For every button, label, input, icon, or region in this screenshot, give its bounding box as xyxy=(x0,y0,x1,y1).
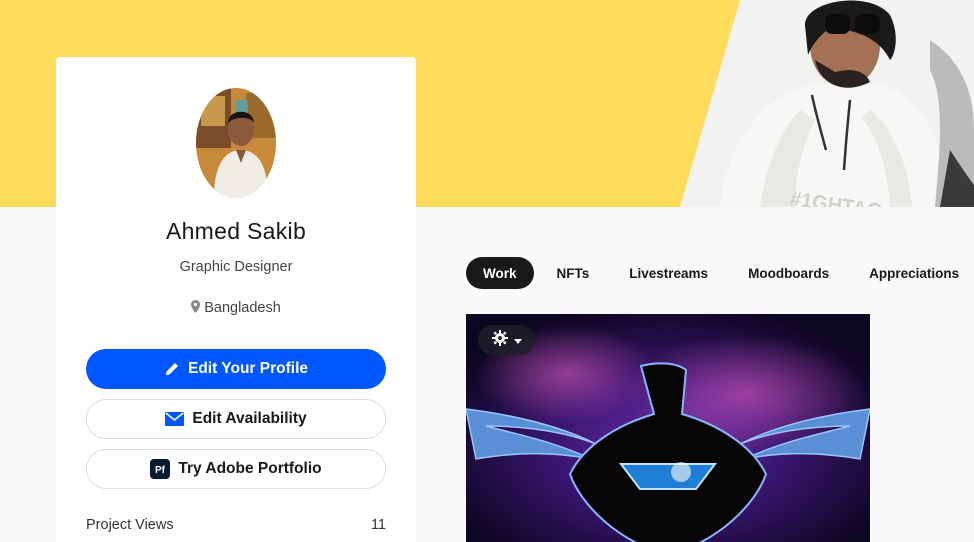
project-settings-button[interactable] xyxy=(478,325,535,355)
tab-moodboards[interactable]: Moodboards xyxy=(731,257,846,289)
pin-icon xyxy=(191,300,201,317)
profile-tabs: Work NFTs Livestreams Moodboards Appreci… xyxy=(466,257,974,289)
location-label: Bangladesh xyxy=(204,300,281,316)
mail-icon xyxy=(165,412,185,426)
edit-profile-button[interactable]: Edit Your Profile xyxy=(86,349,386,389)
profile-name: Ahmed Sakib xyxy=(165,218,307,244)
edit-availability-button[interactable]: Edit Availability xyxy=(86,399,386,439)
project-views-stat: Project Views 11 xyxy=(86,517,386,533)
tab-appreciations[interactable]: Appreciations xyxy=(852,257,974,289)
edit-profile-label: Edit Your Profile xyxy=(188,360,308,377)
gear-icon xyxy=(491,329,508,351)
adobe-portfolio-label: Try Adobe Portfolio xyxy=(178,460,322,477)
tab-nfts[interactable]: NFTs xyxy=(540,257,607,289)
profile-occupation: Graphic Designer xyxy=(179,259,293,275)
edit-availability-label: Edit Availability xyxy=(192,410,307,427)
adobe-badge-text: Pf xyxy=(155,465,166,476)
tab-livestreams[interactable]: Livestreams xyxy=(612,257,725,289)
caret-down-icon xyxy=(513,331,522,349)
profile-location: Bangladesh xyxy=(56,300,416,317)
try-adobe-portfolio-button[interactable]: Pf Try Adobe Portfolio xyxy=(86,449,386,489)
pencil-icon xyxy=(164,361,180,377)
profile-card: Ahmed Sakib Graphic Designer Bangladesh … xyxy=(56,57,416,542)
avatar-photo xyxy=(196,88,276,198)
project-views-label: Project Views xyxy=(86,517,174,533)
avatar[interactable] xyxy=(196,88,276,198)
adobe-portfolio-icon: Pf xyxy=(150,459,171,479)
project-views-value: 11 xyxy=(370,517,386,533)
tab-work[interactable]: Work xyxy=(466,257,534,289)
